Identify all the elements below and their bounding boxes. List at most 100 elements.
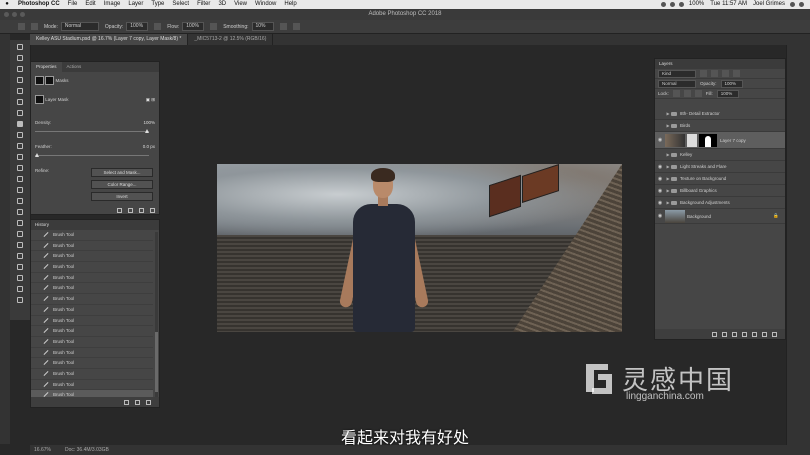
healing-tool-icon[interactable] — [14, 109, 26, 117]
filter-shape-icon[interactable] — [733, 70, 740, 77]
history-item[interactable]: Brush Tool — [31, 358, 153, 369]
trash-icon[interactable] — [146, 399, 151, 405]
adjustment-layer-icon[interactable] — [742, 331, 747, 337]
history-scrollbar[interactable] — [155, 232, 158, 402]
menu-window[interactable]: Window — [251, 0, 280, 9]
quick-select-tool-icon[interactable] — [14, 76, 26, 84]
eye-icon[interactable]: ◉ — [655, 176, 665, 182]
gradient-tool-icon[interactable] — [14, 164, 26, 172]
visibility-icon[interactable] — [139, 208, 144, 213]
tab-actions[interactable]: Actions — [62, 62, 87, 72]
layer-thumbnail[interactable] — [665, 133, 685, 147]
eye-icon[interactable]: ◉ — [655, 137, 665, 143]
layer-row[interactable]: ◉ Background 🔒 — [655, 209, 785, 224]
clock[interactable]: Tue 11:57 AM — [707, 0, 750, 9]
airbrush-icon[interactable] — [210, 23, 218, 30]
history-brush-tool-icon[interactable] — [14, 142, 26, 150]
eye-icon[interactable]: ◉ — [655, 188, 665, 194]
color-swatch-icon[interactable] — [14, 274, 26, 282]
select-and-mask-button[interactable]: Select and Mask... — [91, 168, 153, 177]
shape-tool-icon[interactable] — [14, 230, 26, 238]
blend-mode-select[interactable]: Normal — [658, 79, 696, 88]
zoom-icon[interactable] — [20, 12, 25, 17]
load-selection-icon[interactable] — [117, 208, 122, 213]
lock-pixels-icon[interactable] — [672, 90, 680, 97]
vector-mask-icon[interactable] — [45, 76, 55, 85]
history-item[interactable]: Brush Tool — [31, 262, 153, 273]
layer-row[interactable]: ▶ 8th- Detail Extractor — [655, 108, 785, 120]
layer-mask-icon[interactable] — [35, 95, 44, 104]
eye-icon[interactable]: ◉ — [655, 213, 665, 219]
wifi-icon[interactable] — [669, 2, 675, 7]
layer-opacity-field[interactable]: 100% — [720, 79, 743, 88]
history-item[interactable]: Brush Tool — [31, 283, 153, 295]
mode-select[interactable]: Normal — [60, 22, 99, 31]
search-icon[interactable] — [790, 2, 795, 7]
history-item[interactable]: Brush Tool — [31, 230, 153, 241]
brush-tool-icon[interactable] — [14, 120, 26, 128]
color-range-button[interactable]: Color Range... — [91, 180, 153, 189]
status-icon[interactable] — [660, 2, 666, 7]
hand-tool-icon[interactable] — [14, 241, 26, 249]
opacity-field[interactable]: 100% — [126, 22, 149, 31]
menu-select[interactable]: Select — [168, 0, 193, 9]
history-item[interactable]: Brush Tool — [31, 251, 153, 263]
history-item[interactable]: Brush Tool — [31, 316, 153, 327]
feather-value[interactable]: 0.0 px — [143, 144, 155, 149]
crop-tool-icon[interactable] — [14, 87, 26, 95]
menu-layer[interactable]: Layer — [124, 0, 147, 9]
menu-image[interactable]: Image — [100, 0, 125, 9]
invert-button[interactable]: Invert — [91, 192, 153, 201]
camera-icon[interactable] — [135, 399, 140, 405]
layer-row[interactable]: ◉ ▶ Texture on Background — [655, 173, 785, 185]
lasso-tool-icon[interactable] — [14, 65, 26, 73]
history-scroll-thumb[interactable] — [155, 332, 158, 392]
layer-row[interactable]: ◉ ▶ Light Streaks and Flare — [655, 161, 785, 173]
screen-mode-icon[interactable] — [14, 296, 26, 304]
marquee-tool-icon[interactable] — [14, 54, 26, 62]
apply-mask-icon[interactable] — [128, 208, 133, 213]
layer-mask-thumbnail[interactable] — [699, 133, 717, 147]
feather-slider[interactable] — [35, 153, 149, 157]
path-select-tool-icon[interactable] — [14, 219, 26, 227]
layer-row[interactable]: ▶ Birds — [655, 120, 785, 132]
history-item[interactable]: Brush Tool — [31, 326, 153, 337]
gear-icon[interactable] — [279, 23, 287, 30]
filter-adjust-icon[interactable] — [711, 70, 718, 77]
pressure-size-icon[interactable] — [292, 23, 300, 30]
layers-title[interactable]: Layers — [655, 59, 785, 69]
layer-row[interactable]: ◉ ▶ Billboard Graphics — [655, 185, 785, 197]
menu-file[interactable]: File — [64, 0, 82, 9]
layer-thumbnail[interactable] — [665, 209, 685, 223]
link-icon[interactable] — [687, 133, 697, 147]
minimize-icon[interactable] — [12, 12, 17, 17]
link-layers-icon[interactable] — [712, 331, 717, 337]
flow-field[interactable]: 100% — [182, 22, 205, 31]
history-item[interactable]: Brush Tool — [31, 337, 153, 348]
lock-all-icon[interactable] — [694, 90, 702, 97]
menu-type[interactable]: Type — [147, 0, 168, 9]
menu-help[interactable]: Help — [280, 0, 300, 9]
smoothing-field[interactable]: 10% — [251, 22, 274, 31]
list-icon[interactable] — [799, 2, 804, 7]
eye-icon[interactable]: ◉ — [655, 200, 665, 206]
brush-preset-icon[interactable] — [18, 23, 25, 30]
menu-filter[interactable]: Filter — [193, 0, 214, 9]
blur-tool-icon[interactable] — [14, 175, 26, 183]
layer-kind-filter[interactable]: Kind — [658, 69, 696, 78]
history-item[interactable]: Brush Tool — [31, 380, 153, 391]
fx-icon[interactable] — [722, 331, 727, 337]
more-tools-icon[interactable] — [14, 263, 26, 271]
history-item[interactable]: Brush Tool — [31, 273, 153, 284]
lock-position-icon[interactable] — [683, 90, 691, 97]
eyedropper-tool-icon[interactable] — [14, 98, 26, 106]
close-icon[interactable] — [4, 12, 9, 17]
density-value[interactable]: 100% — [143, 120, 155, 125]
type-tool-icon[interactable] — [14, 208, 26, 216]
volume-icon[interactable] — [678, 2, 684, 7]
trash-icon[interactable] — [772, 331, 777, 337]
filter-type-icon[interactable] — [722, 70, 729, 77]
tab-kelley-stadium[interactable]: Kelley ASU Stadium.psd @ 16.7% (Layer 7 … — [30, 34, 189, 45]
menu-view[interactable]: View — [230, 0, 251, 9]
move-tool-icon[interactable] — [14, 43, 26, 51]
